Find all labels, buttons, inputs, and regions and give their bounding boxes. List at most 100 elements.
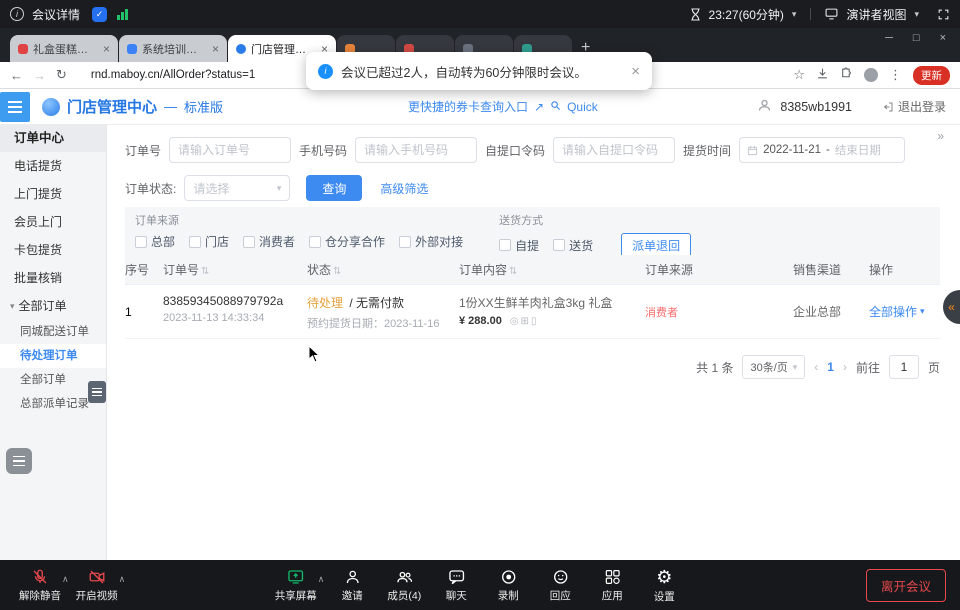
sidebar-item-pending-orders[interactable]: 待处理订单 — [0, 344, 106, 368]
sort-icon[interactable]: ⇅ — [333, 266, 341, 277]
bookmark-star-icon[interactable]: ☆ — [793, 67, 805, 83]
pickup-code-input[interactable] — [553, 137, 675, 163]
reload-icon[interactable]: ↻ — [56, 67, 67, 83]
sidebar-item-door-pickup[interactable]: 上门提货 — [0, 180, 106, 208]
checkbox-icon — [553, 239, 565, 251]
view-mode-label[interactable]: 演讲者视图 — [846, 6, 906, 23]
gear-icon: ⚙ — [656, 567, 672, 587]
browser-tab-2[interactable]: 系统培训学习 × — [119, 35, 227, 62]
start-video-button[interactable]: 开启视频 — [71, 568, 123, 603]
invite-icon — [343, 568, 361, 586]
sort-icon[interactable]: ⇅ — [509, 266, 517, 277]
toast-close-icon[interactable]: × — [631, 63, 640, 80]
app-title: 门店管理中心 — [67, 96, 157, 117]
phone-input[interactable] — [355, 137, 477, 163]
share-options-icon[interactable]: ∧ — [318, 574, 325, 585]
meeting-info-icon[interactable]: i — [10, 7, 24, 21]
advanced-filter-link[interactable]: 高级筛选 — [380, 180, 428, 197]
sidebar: 订单中心 电话提货 上门提货 会员上门 卡包提货 批量核销 ▾ 全部订单 同城配… — [0, 125, 107, 560]
app-header: 门店管理中心 — 标准版 更快捷的券卡查询入口 ↗ Quick 8385wb19… — [0, 89, 960, 125]
prev-page-button[interactable]: ‹ — [814, 360, 818, 374]
row-source-cell: 消费者 — [645, 285, 793, 338]
checkbox-hq[interactable]: 总部 — [135, 233, 175, 250]
order-no-input[interactable] — [169, 137, 291, 163]
leave-meeting-button[interactable]: 离开会议 — [866, 569, 946, 602]
chevron-down-icon: ▾ — [10, 292, 15, 320]
sidebar-item-card-pickup[interactable]: 卡包提货 — [0, 236, 106, 264]
sidebar-item-phone-pickup[interactable]: 电话提货 — [0, 152, 106, 180]
mic-options-icon[interactable]: ∧ — [62, 574, 69, 585]
checkbox-deliver[interactable]: 送货 — [553, 237, 593, 254]
collapse-panel-icon[interactable]: » — [937, 129, 944, 143]
checkbox-external[interactable]: 外部对接 — [399, 233, 463, 250]
row-status-cell: 待处理 / 无需付款 预约提货日期：2023-11-16 — [307, 285, 459, 338]
info-icon: i — [318, 64, 333, 79]
date-range-picker[interactable]: 2022-11-21 - 结束日期 — [739, 137, 905, 163]
checkbox-self-pickup[interactable]: 自提 — [499, 237, 539, 254]
floating-list-button[interactable] — [6, 448, 32, 474]
goto-page-input[interactable] — [889, 355, 919, 379]
pickup-time-label: 提货时间 — [683, 142, 731, 159]
checkbox-share-coop[interactable]: 仓分享合作 — [309, 233, 385, 250]
sidebar-group-all-orders[interactable]: ▾ 全部订单 — [0, 292, 106, 320]
browser-tab-1[interactable]: 礼盒蛋糕平台管理中心 × — [10, 35, 118, 62]
col-content[interactable]: 订单内容⇅ — [459, 261, 645, 278]
search-button[interactable]: 查询 — [306, 175, 362, 201]
video-options-icon[interactable]: ∧ — [119, 574, 126, 585]
coupon-query-link[interactable]: 更快捷的券卡查询入口 — [408, 98, 528, 115]
sort-icon[interactable]: ⇅ — [201, 266, 209, 277]
tab-close-icon[interactable]: × — [103, 42, 110, 56]
fullscreen-icon[interactable] — [937, 8, 950, 21]
view-mode-icon — [825, 8, 838, 20]
sidebar-drag-handle[interactable] — [88, 381, 106, 403]
browser-profile-icon[interactable] — [864, 68, 878, 82]
app-logo-icon — [42, 98, 60, 116]
next-page-button[interactable]: › — [843, 360, 847, 374]
minimize-button[interactable]: ─ — [885, 32, 893, 44]
security-shield-icon[interactable]: ✓ — [92, 7, 107, 22]
logout-button[interactable]: 退出登录 — [882, 98, 946, 115]
col-order-no[interactable]: 订单号⇅ — [163, 261, 307, 278]
row-index: 1 — [125, 285, 163, 338]
col-status[interactable]: 状态⇅ — [307, 261, 459, 278]
browser-menu-icon[interactable]: ⋮ — [889, 67, 902, 83]
row-content-cell: 1份XX生鲜羊肉礼盒3kg 礼盒 ¥ 288.00 ◎⊞▯ — [459, 285, 645, 338]
share-screen-button[interactable]: 共享屏幕 — [270, 568, 322, 603]
extensions-icon[interactable] — [840, 67, 853, 83]
back-icon[interactable]: ← — [10, 68, 23, 83]
checkbox-store[interactable]: 门店 — [189, 233, 229, 250]
filter-row-2: 订单状态: 请选择 ▾ 查询 高级筛选 — [125, 175, 428, 201]
chat-button[interactable]: 聊天 — [430, 568, 482, 603]
order-status-select[interactable]: 请选择 ▾ — [184, 175, 290, 201]
unmute-button[interactable]: 解除静音 — [14, 568, 66, 603]
meeting-toast: i 会议已超过2人，自动转为60分钟限时会议。 × — [306, 52, 652, 90]
settings-button[interactable]: ⚙ 设置 — [638, 567, 690, 604]
meeting-window: i 会议详情 ✓ 23:27(60分钟) ▾ 演讲者视图 ▾ 礼盒蛋糕平台管 — [0, 0, 960, 610]
maximize-button[interactable]: □ — [913, 32, 920, 44]
timer-dropdown-icon[interactable]: ▾ — [792, 9, 797, 20]
sidebar-item-local-delivery[interactable]: 同城配送订单 — [0, 320, 106, 344]
pickup-code-label: 自提口令码 — [485, 142, 545, 159]
menu-hamburger-icon[interactable] — [0, 92, 30, 122]
apps-button[interactable]: 应用 — [586, 568, 638, 603]
quick-link[interactable]: Quick — [567, 100, 598, 114]
reactions-button[interactable]: 回应 — [534, 568, 586, 603]
checkbox-consumer[interactable]: 消费者 — [243, 233, 295, 250]
all-actions-dropdown[interactable]: 全部操作 ▾ — [869, 303, 925, 320]
download-icon[interactable] — [816, 67, 829, 83]
record-button[interactable]: 录制 — [482, 568, 534, 603]
invite-button[interactable]: 邀请 — [326, 568, 378, 603]
dispatch-return-button[interactable]: 派单退回 — [621, 233, 691, 257]
page-size-select[interactable]: 30条/页 ▾ — [742, 355, 805, 379]
meeting-details-label[interactable]: 会议详情 — [32, 6, 80, 23]
members-button[interactable]: 成员(4) — [378, 568, 430, 603]
current-page[interactable]: 1 — [827, 360, 834, 374]
tab-close-icon[interactable]: × — [212, 42, 219, 56]
tab-favicon — [127, 44, 137, 54]
sidebar-item-batch-verify[interactable]: 批量核销 — [0, 264, 106, 292]
chrome-update-button[interactable]: 更新 — [913, 66, 950, 85]
view-dropdown-icon[interactable]: ▾ — [914, 9, 919, 20]
window-close-button[interactable]: × — [940, 32, 946, 44]
sidebar-item-member-visit[interactable]: 会员上门 — [0, 208, 106, 236]
forward-icon[interactable]: → — [33, 68, 46, 83]
